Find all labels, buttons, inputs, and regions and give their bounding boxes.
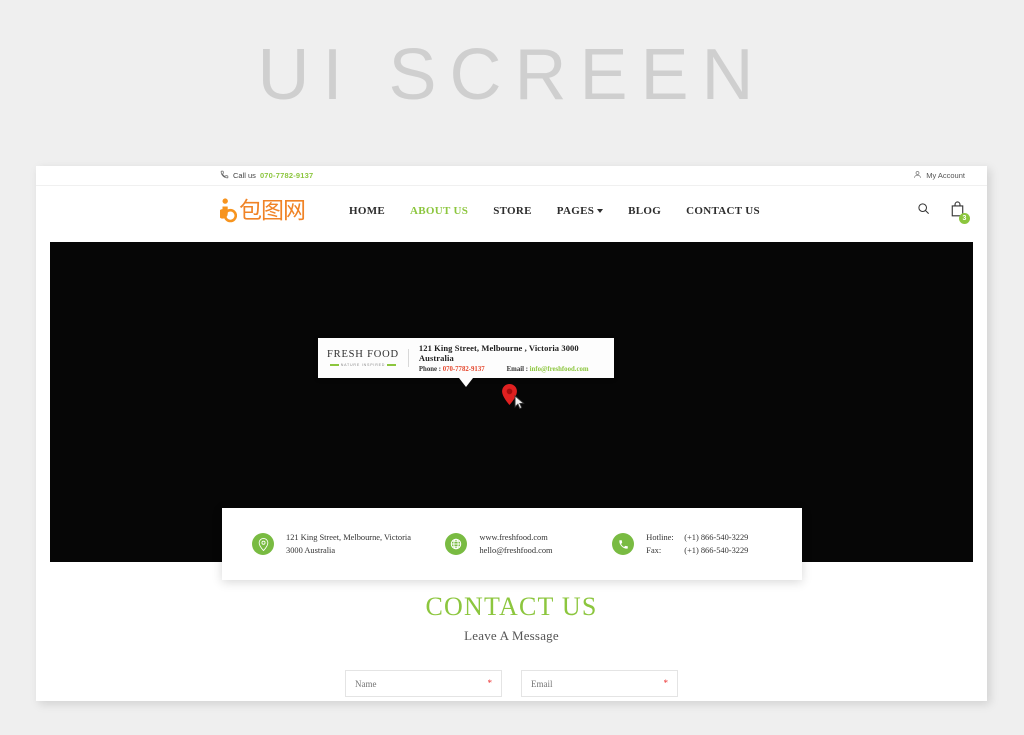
search-icon[interactable] [917, 202, 930, 220]
contact-phone-column: Hotline: (+1) 866-540-3229 Fax: (+1) 866… [612, 531, 772, 557]
contact-form-section: CONTACT US Leave A Message * * [36, 594, 987, 697]
infowindow-phone: Phone : 070-7782-9137 [419, 366, 485, 373]
infowindow-logo-name: FRESH FOOD [327, 349, 399, 361]
contact-website[interactable]: www.freshfood.com [479, 533, 547, 542]
phone-icon [220, 170, 229, 181]
contact-address-text: 121 King Street, Melbourne, Victoria 300… [286, 531, 411, 557]
page-subtitle: Leave A Message [464, 628, 559, 643]
navbar-actions: 3 [917, 200, 970, 224]
contact-hotline-row: Hotline: (+1) 866-540-3229 [646, 531, 748, 544]
contact-web-text: www.freshfood.com hello@freshfood.com [479, 531, 552, 557]
page-title: CONTACT US [425, 592, 598, 621]
nav-item-blog[interactable]: BLOG [628, 205, 661, 217]
nav-item-contact-us[interactable]: CONTACT US [686, 205, 760, 217]
tagline-dash-right [387, 363, 397, 366]
topbar-call-group: Call us 070-7782-9137 [220, 170, 313, 181]
contact-fax-label: Fax: [646, 546, 662, 555]
my-account-link[interactable]: My Account [913, 170, 965, 181]
nav-item-home[interactable]: HOME [349, 205, 385, 217]
site-logo[interactable]: 包图网 [218, 197, 306, 224]
contact-address-column: 121 King Street, Melbourne, Victoria 300… [252, 531, 445, 557]
chevron-down-icon [597, 209, 604, 214]
nav-links: HOME ABOUT US STORE PAGES BLOG CONTACT U… [349, 205, 760, 217]
contact-web-column: www.freshfood.com hello@freshfood.com [445, 531, 612, 557]
contact-fax-row: Fax: (+1) 866-540-3229 [646, 544, 748, 557]
infowindow-email-label: Email : [506, 366, 528, 373]
phone-handset-icon [612, 533, 635, 555]
top-utility-bar: Call us 070-7782-9137 My Account [36, 166, 987, 186]
infowindow-address: 121 King Street, Melbourne , Victoria 30… [418, 343, 579, 363]
topbar-phone-number[interactable]: 070-7782-9137 [260, 171, 313, 180]
website-page-sheet: Call us 070-7782-9137 My Account 包图网 HOM… [36, 166, 987, 701]
contact-address-line2: 3000 Australia [286, 546, 336, 555]
infowindow-logo: FRESH FOOD NATURE INSPIRED [327, 349, 409, 367]
call-us-label: Call us [233, 171, 256, 180]
tagline-dash-left [329, 363, 339, 366]
globe-icon [445, 533, 468, 555]
infowindow-phone-value: 070-7782-9137 [442, 366, 485, 373]
my-account-label: My Account [926, 171, 965, 180]
name-input[interactable] [355, 678, 487, 689]
contact-hotline-value: (+1) 866-540-3229 [684, 532, 749, 542]
form-fields-row: * * [36, 670, 987, 697]
contact-info-card: 121 King Street, Melbourne, Victoria 300… [222, 508, 802, 580]
contact-address-line1: 121 King Street, Melbourne, Victoria [286, 532, 411, 542]
infowindow-logo-tagline: NATURE INSPIRED [340, 362, 386, 367]
email-input[interactable] [531, 678, 663, 689]
contact-phone-text: Hotline: (+1) 866-540-3229 Fax: (+1) 866… [646, 531, 748, 557]
nav-item-pages-label: PAGES [556, 205, 595, 217]
infowindow-phone-label: Phone : [418, 366, 441, 373]
logo-text: 包图网 [239, 197, 306, 224]
contact-hotline-label: Hotline: [646, 532, 674, 542]
nav-item-store[interactable]: STORE [493, 205, 532, 217]
nav-item-about-us[interactable]: ABOUT US [410, 205, 468, 217]
infowindow-email-value: info@freshfood.com [529, 366, 589, 373]
user-icon [913, 170, 922, 181]
b-logo-icon [218, 198, 238, 224]
cart-count-badge: 3 [959, 212, 970, 224]
email-field[interactable]: * [521, 670, 678, 697]
map-infowindow: FRESH FOOD NATURE INSPIRED 121 King Stre… [318, 338, 614, 387]
name-field[interactable]: * [345, 670, 502, 697]
infowindow-logo-tagline-wrap: NATURE INSPIRED [327, 363, 399, 367]
cart-button[interactable]: 3 [950, 200, 970, 224]
main-navbar: 包图网 HOME ABOUT US STORE PAGES BLOG CONTA… [36, 186, 987, 236]
nav-item-pages[interactable]: PAGES [556, 205, 604, 217]
infowindow-email: Email : info@freshfood.com [507, 366, 589, 373]
infowindow-contact-row: Phone : 070-7782-9137 Email : info@fresh… [419, 366, 605, 373]
cursor-icon [514, 394, 525, 410]
name-required-mark: * [487, 678, 493, 688]
contact-email[interactable]: hello@freshfood.com [479, 546, 552, 555]
watermark-text: UI SCREEN [257, 35, 767, 115]
email-required-mark: * [663, 678, 669, 688]
location-pin-icon [252, 533, 274, 555]
contact-fax-value: (+1) 866-540-3229 [684, 546, 749, 555]
infowindow-body: 121 King Street, Melbourne , Victoria 30… [409, 343, 605, 373]
